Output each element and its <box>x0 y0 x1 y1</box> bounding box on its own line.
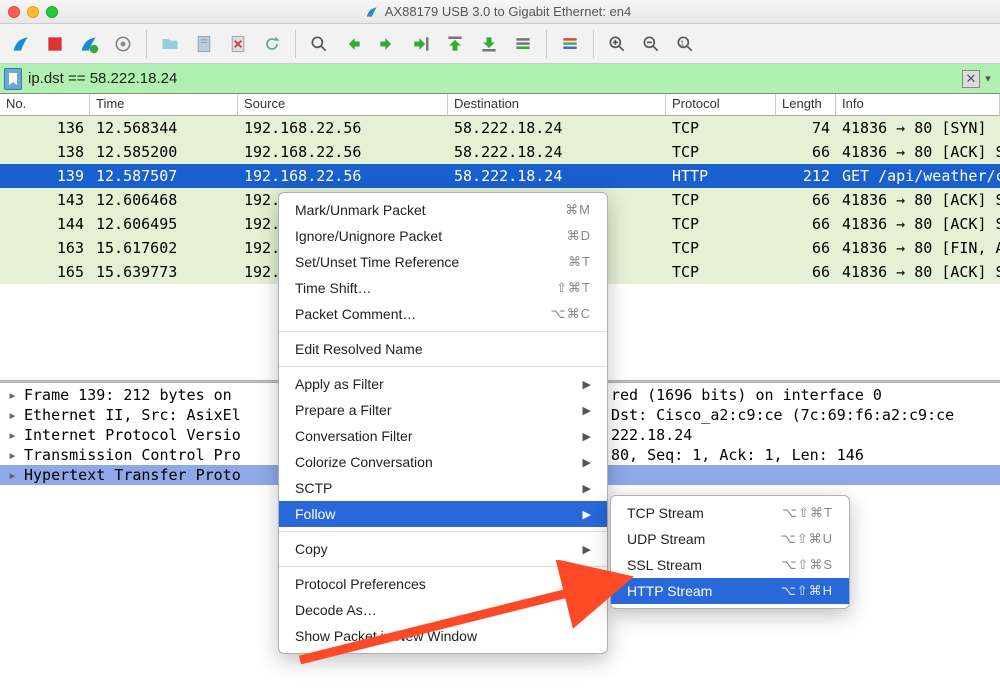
go-last-button[interactable] <box>474 29 504 59</box>
display-filter-bar: ✕ ▾ <box>0 64 1000 94</box>
menu-item[interactable]: Protocol Preferences▶ <box>279 571 607 597</box>
auto-scroll-button[interactable] <box>508 29 538 59</box>
reload-button[interactable] <box>257 29 287 59</box>
menu-item[interactable]: Edit Resolved Name <box>279 336 607 362</box>
bookmark-icon[interactable] <box>4 68 22 90</box>
start-capture-button[interactable] <box>6 29 36 59</box>
menu-item[interactable]: Apply as Filter▶ <box>279 371 607 397</box>
submenu-item[interactable]: TCP Stream⌥⇧⌘T <box>611 500 849 526</box>
submenu-item[interactable]: HTTP Stream⌥⇧⌘H <box>611 578 849 604</box>
menu-item[interactable]: Packet Comment…⌥⌘C <box>279 301 607 327</box>
menu-item[interactable]: SCTP▶ <box>279 475 607 501</box>
menu-item[interactable]: Time Shift…⇧⌘T <box>279 275 607 301</box>
go-to-packet-button[interactable] <box>406 29 436 59</box>
menu-item[interactable]: Decode As… <box>279 597 607 623</box>
packet-list-header: No. Time Source Destination Protocol Len… <box>0 94 1000 116</box>
stop-capture-button[interactable] <box>40 29 70 59</box>
minimize-window-button[interactable] <box>27 6 39 18</box>
find-packet-button[interactable] <box>304 29 334 59</box>
expand-icon[interactable]: ▸ <box>8 386 18 404</box>
zoom-reset-button[interactable]: 1 <box>670 29 700 59</box>
svg-text:1: 1 <box>680 38 684 47</box>
menu-item[interactable]: Prepare a Filter▶ <box>279 397 607 423</box>
col-length[interactable]: Length <box>776 94 836 115</box>
wireshark-icon <box>365 5 379 19</box>
window-title: AX88179 USB 3.0 to Gigabit Ethernet: en4 <box>58 4 938 19</box>
submenu-item[interactable]: SSL Stream⌥⇧⌘S <box>611 552 849 578</box>
zoom-in-button[interactable] <box>602 29 632 59</box>
menu-item[interactable]: Show Packet in New Window <box>279 623 607 649</box>
col-no[interactable]: No. <box>0 94 90 115</box>
menu-item[interactable]: Ignore/Unignore Packet⌘D <box>279 223 607 249</box>
open-file-button[interactable] <box>155 29 185 59</box>
main-toolbar: 1 <box>0 24 1000 64</box>
clear-filter-button[interactable]: ✕ <box>962 70 980 88</box>
submenu-item[interactable]: UDP Stream⌥⇧⌘U <box>611 526 849 552</box>
restart-capture-button[interactable] <box>74 29 104 59</box>
context-menu: Mark/Unmark Packet⌘MIgnore/Unignore Pack… <box>278 192 608 654</box>
save-file-button[interactable] <box>189 29 219 59</box>
menu-item[interactable]: Follow▶ <box>279 501 607 527</box>
titlebar: AX88179 USB 3.0 to Gigabit Ethernet: en4 <box>0 0 1000 24</box>
go-first-button[interactable] <box>440 29 470 59</box>
col-info[interactable]: Info <box>836 94 1000 115</box>
menu-item[interactable]: Colorize Conversation▶ <box>279 449 607 475</box>
col-source[interactable]: Source <box>238 94 448 115</box>
expand-icon[interactable]: ▸ <box>8 446 18 464</box>
col-destination[interactable]: Destination <box>448 94 666 115</box>
filter-dropdown-icon[interactable]: ▾ <box>980 72 996 85</box>
col-protocol[interactable]: Protocol <box>666 94 776 115</box>
col-time[interactable]: Time <box>90 94 238 115</box>
close-file-button[interactable] <box>223 29 253 59</box>
expand-icon[interactable]: ▸ <box>8 406 18 424</box>
display-filter-input[interactable] <box>28 70 958 87</box>
packet-row[interactable]: 13612.568344192.168.22.5658.222.18.24TCP… <box>0 116 1000 140</box>
zoom-out-button[interactable] <box>636 29 666 59</box>
window-controls <box>8 6 58 18</box>
zoom-window-button[interactable] <box>46 6 58 18</box>
expand-icon[interactable]: ▸ <box>8 426 18 444</box>
packet-row[interactable]: 13912.587507192.168.22.5658.222.18.24HTT… <box>0 164 1000 188</box>
menu-item[interactable]: Mark/Unmark Packet⌘M <box>279 197 607 223</box>
menu-item[interactable]: Set/Unset Time Reference⌘T <box>279 249 607 275</box>
close-window-button[interactable] <box>8 6 20 18</box>
go-forward-button[interactable] <box>372 29 402 59</box>
go-back-button[interactable] <box>338 29 368 59</box>
menu-item[interactable]: Conversation Filter▶ <box>279 423 607 449</box>
capture-options-button[interactable] <box>108 29 138 59</box>
menu-item[interactable]: Copy▶ <box>279 536 607 562</box>
packet-row[interactable]: 13812.585200192.168.22.5658.222.18.24TCP… <box>0 140 1000 164</box>
expand-icon[interactable]: ▸ <box>8 466 18 484</box>
colorize-button[interactable] <box>555 29 585 59</box>
follow-submenu: TCP Stream⌥⇧⌘TUDP Stream⌥⇧⌘USSL Stream⌥⇧… <box>610 495 850 609</box>
